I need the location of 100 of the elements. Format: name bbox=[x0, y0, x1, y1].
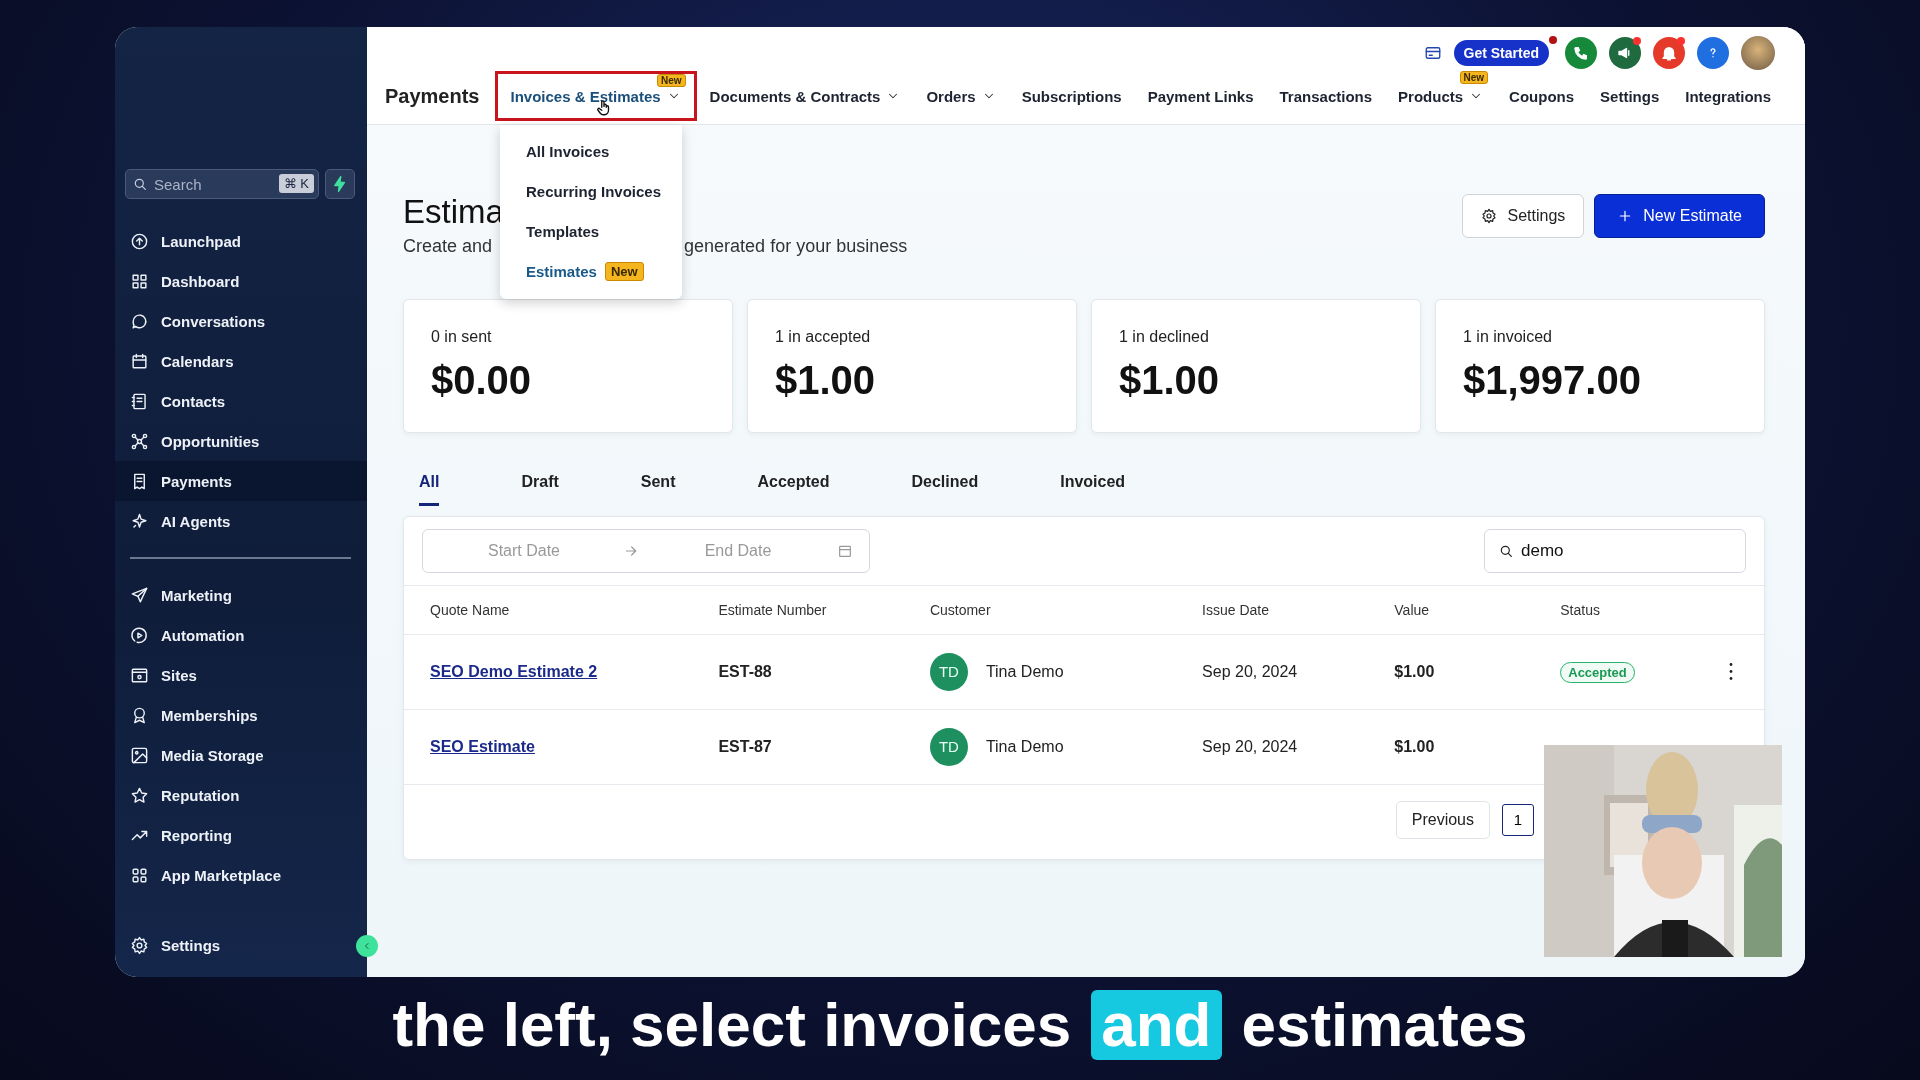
gear-icon bbox=[1481, 208, 1498, 224]
gear-icon bbox=[130, 935, 149, 955]
status-badge: Accepted bbox=[1560, 661, 1635, 683]
table-cell: $1.00 bbox=[1368, 709, 1535, 784]
table-cell: $1.00 bbox=[1368, 634, 1535, 709]
highlighted-caption-word: and bbox=[1091, 990, 1222, 1060]
search-icon bbox=[132, 176, 148, 192]
menu-item[interactable]: All Invoices bbox=[500, 131, 682, 171]
search-field[interactable]: demo bbox=[1484, 529, 1746, 573]
end-date-field[interactable]: End Date bbox=[653, 541, 823, 561]
nav-tab[interactable]: Documents & Contracts bbox=[696, 71, 914, 121]
nav-tab-label: Invoices & Estimates bbox=[510, 87, 661, 105]
nav-tab[interactable]: Settings bbox=[1587, 71, 1673, 121]
page-number-button[interactable]: 1 bbox=[1502, 803, 1534, 836]
filter-tab[interactable]: Accepted bbox=[757, 463, 830, 506]
filter-tab[interactable]: Sent bbox=[640, 463, 676, 506]
sidebar-item[interactable]: Payments bbox=[115, 461, 367, 501]
sparkle-icon bbox=[130, 511, 149, 531]
nav-tab-label: Settings bbox=[1600, 87, 1660, 105]
settings-button[interactable]: Settings bbox=[1462, 194, 1585, 238]
sidebar-item[interactable]: Dashboard bbox=[125, 261, 367, 301]
nav-tab[interactable]: Invoices & Estimates New bbox=[494, 71, 697, 121]
nav-tab[interactable]: Orders bbox=[913, 71, 1009, 121]
nav-tab[interactable]: Payment Links bbox=[1134, 71, 1267, 121]
sidebar-item[interactable]: Sites bbox=[125, 655, 367, 695]
menu-item-label: Recurring Invoices bbox=[526, 182, 662, 200]
sidebar-item[interactable]: App Marketplace bbox=[125, 855, 367, 895]
sidebar-item[interactable]: Launchpad bbox=[125, 221, 367, 261]
column-header: Customer bbox=[903, 586, 1177, 634]
stat-label: 0 in sent bbox=[431, 328, 493, 346]
sidebar-item[interactable]: Settings bbox=[125, 925, 343, 965]
send-icon bbox=[130, 585, 149, 605]
phone-button[interactable] bbox=[1565, 36, 1597, 69]
get-started-button[interactable]: Get Started bbox=[1453, 39, 1549, 66]
stat-amount: $1.00 bbox=[775, 358, 877, 403]
user-avatar[interactable] bbox=[1741, 35, 1775, 70]
nav-tab-label: Products bbox=[1398, 87, 1464, 105]
filter-tab[interactable]: Draft bbox=[521, 463, 559, 506]
stat-amount: $0.00 bbox=[431, 358, 533, 403]
more-vertical-icon[interactable] bbox=[1729, 663, 1734, 680]
grid-icon bbox=[130, 271, 149, 291]
table-cell: EST-87 bbox=[692, 709, 904, 784]
upload-circle-icon bbox=[130, 231, 149, 251]
calendar-icon bbox=[837, 543, 853, 559]
calendar-icon bbox=[130, 351, 149, 371]
start-date-field[interactable]: Start Date bbox=[439, 541, 609, 561]
table-cell: Sep 20, 2024 bbox=[1176, 634, 1369, 709]
sidebar-item[interactable]: Memberships bbox=[125, 695, 367, 735]
nav-tab[interactable]: Subscriptions bbox=[1008, 71, 1135, 121]
column-header: Quote Name bbox=[404, 586, 693, 634]
shortcut-key: ⌘ K bbox=[278, 174, 314, 193]
sidebar-item[interactable]: Media Storage bbox=[125, 735, 367, 775]
caption-text: the left, select invoices bbox=[391, 990, 1073, 1060]
sidebar-item[interactable]: Opportunities bbox=[125, 421, 367, 461]
notifications-button[interactable] bbox=[1653, 36, 1685, 69]
sidebar-item[interactable]: Contacts bbox=[125, 381, 367, 421]
new-estimate-button[interactable]: New Estimate bbox=[1594, 194, 1765, 238]
previous-button[interactable]: Previous bbox=[1395, 800, 1490, 839]
nav-tab-label: Payment Links bbox=[1147, 87, 1254, 105]
sidebar-item[interactable]: Reporting bbox=[125, 815, 367, 855]
chat-bubble-icon bbox=[130, 311, 149, 331]
quote-link[interactable]: SEO Estimate bbox=[430, 737, 535, 755]
nav-tab-label: Orders bbox=[926, 87, 976, 105]
announcements-button[interactable] bbox=[1609, 36, 1641, 69]
browser-window-icon bbox=[130, 665, 149, 685]
nav-tab-label: Subscriptions bbox=[1021, 87, 1122, 105]
caption-text: estimates bbox=[1240, 990, 1529, 1060]
quick-action-button[interactable] bbox=[325, 169, 355, 199]
menu-item[interactable]: Estimates New bbox=[500, 251, 682, 291]
avatar-initials: TD bbox=[929, 727, 968, 766]
nav-tab-label: Integrations bbox=[1685, 87, 1772, 105]
subtitle-text: generated for your business bbox=[684, 236, 908, 257]
sidebar-item[interactable]: Calendars bbox=[125, 341, 367, 381]
network-icon bbox=[130, 431, 149, 451]
sidebar-item[interactable]: Conversations bbox=[125, 301, 367, 341]
nav-tab[interactable]: Products New bbox=[1385, 71, 1497, 121]
sidebar-item[interactable]: AI Agents bbox=[125, 501, 367, 541]
column-header: Status bbox=[1534, 586, 1704, 634]
menu-item-label: Templates bbox=[526, 222, 600, 240]
sidebar-item[interactable]: Automation bbox=[125, 615, 367, 655]
notification-dot bbox=[1677, 36, 1685, 45]
filter-tab[interactable]: Invoiced bbox=[1060, 463, 1126, 506]
collapse-button[interactable] bbox=[356, 935, 378, 957]
help-button[interactable] bbox=[1697, 36, 1729, 69]
page-title: Payments bbox=[385, 84, 480, 108]
sidebar-item[interactable]: Marketing bbox=[125, 575, 367, 615]
column-header: Estimate Number bbox=[692, 586, 904, 634]
nav-tab[interactable]: Transactions bbox=[1266, 71, 1386, 121]
notification-dot bbox=[1633, 36, 1641, 45]
search-icon bbox=[1498, 543, 1514, 559]
new-badge: New bbox=[604, 261, 644, 281]
filter-tab[interactable]: Declined bbox=[911, 463, 979, 506]
nav-tab[interactable]: Integrations bbox=[1672, 71, 1785, 121]
sidebar-item[interactable]: Reputation bbox=[125, 775, 367, 815]
stat-amount: $1,997.00 bbox=[1463, 358, 1642, 403]
star-icon bbox=[130, 785, 149, 805]
nav-tab[interactable]: Coupons bbox=[1496, 71, 1588, 121]
quote-link[interactable]: SEO Demo Estimate 2 bbox=[430, 662, 598, 680]
filter-tab[interactable]: All bbox=[419, 463, 440, 506]
contact-book-icon bbox=[130, 391, 149, 411]
